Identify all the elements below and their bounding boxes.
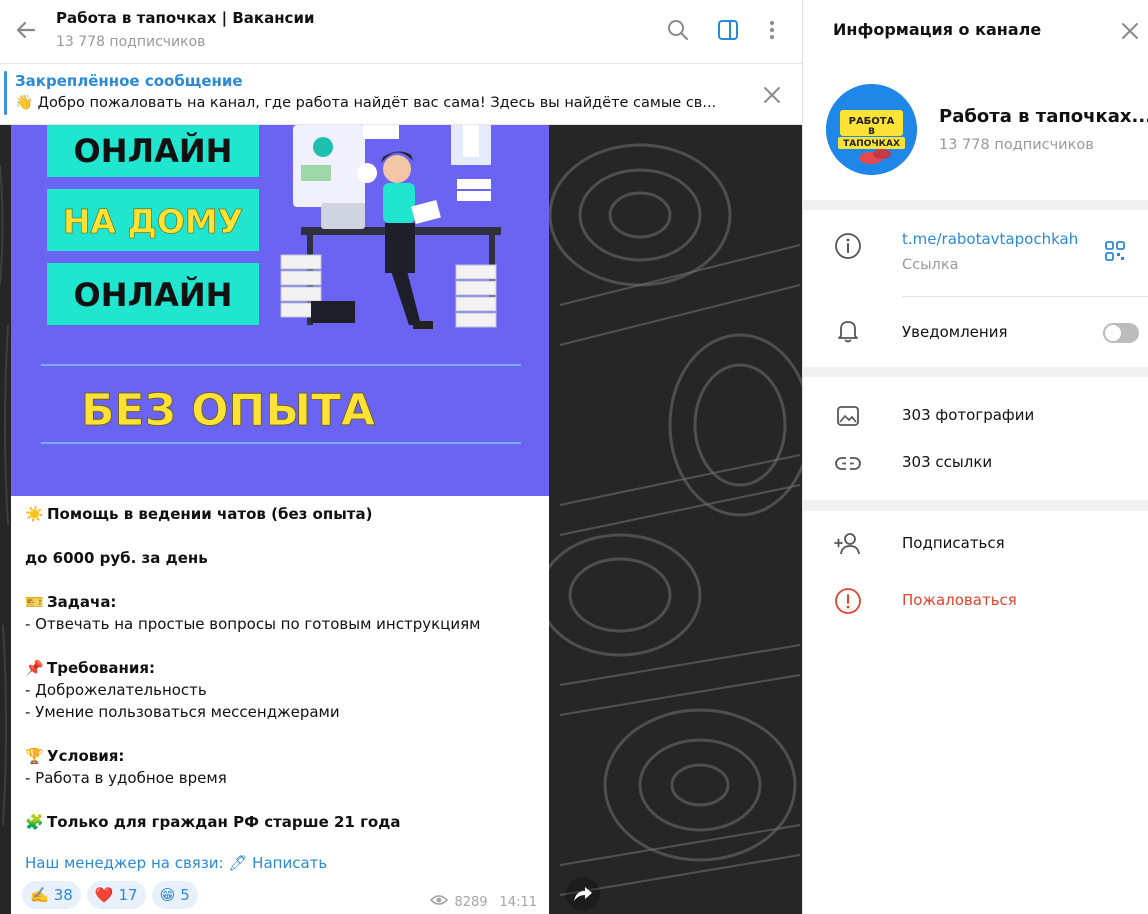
poster-line2: НА ДОМУ <box>63 202 243 241</box>
channel-name: Работа в тапочках... <box>939 106 1148 127</box>
pinned-message[interactable]: Закреплённое сообщение 👋 Добро пожаловат… <box>0 65 802 125</box>
poster-bottom: БЕЗ ОПЫТА <box>81 385 375 436</box>
photos-count[interactable]: 303 фотографии <box>902 406 1034 424</box>
channel-post: ОНЛАЙН НА ДОМУ ОНЛАЙН БЕЗ ОПЫТА ☀️ Помощ… <box>11 125 549 914</box>
search-icon[interactable] <box>664 16 692 44</box>
channel-link[interactable]: t.me/rabotavtapochkah <box>902 230 1078 248</box>
back-arrow-icon[interactable] <box>10 14 42 46</box>
reaction-count: 5 <box>180 886 190 904</box>
pinned-text: 👋 Добро пожаловать на канал, где работа … <box>15 95 717 111</box>
chat-panel: Работа в тапочках | Вакансии 13 778 подп… <box>0 0 802 914</box>
subscribe-button[interactable]: Подписаться <box>902 534 1005 552</box>
pinned-accent-bar <box>4 71 7 115</box>
post-time: 14:11 <box>499 894 537 910</box>
views-count: 8289 <box>454 894 488 910</box>
post-title: Помощь в ведении чатов (без опыта) <box>47 505 373 523</box>
reaction-grin[interactable]: 😁 5 <box>151 881 198 909</box>
actions-card: Подписаться Пожаловаться <box>803 511 1148 914</box>
reaction-writing[interactable]: ✍️ 38 <box>22 881 81 909</box>
conditions-heading: Условия: <box>47 747 125 765</box>
info-icon <box>834 232 862 260</box>
qr-code-icon[interactable] <box>1103 239 1131 267</box>
report-button[interactable]: Пожаловаться <box>902 591 1017 609</box>
requirements-heading: Требования: <box>47 659 156 677</box>
sun-emoji: ☀️ <box>25 505 44 523</box>
links-count[interactable]: 303 ссылки <box>902 453 992 471</box>
task-item: - Отвечать на простые вопросы по готовым… <box>25 615 481 633</box>
chat-title[interactable]: Работа в тапочках | Вакансии <box>56 9 314 27</box>
post-text: ☀️ Помощь в ведении чатов (без опыта) до … <box>25 503 540 833</box>
channel-link-caption: Ссылка <box>902 257 959 273</box>
avatar-text-1: РАБОТА <box>849 116 895 127</box>
close-icon[interactable] <box>760 83 784 107</box>
post-salary: до 6000 руб. за день <box>25 549 208 567</box>
info-title: Информация о канале <box>833 20 1042 39</box>
poster-line3: ОНЛАЙН <box>74 276 233 314</box>
post-image[interactable]: ОНЛАЙН НА ДОМУ ОНЛАЙН БЕЗ ОПЫТА <box>11 125 549 496</box>
writing-hand-emoji: ✍️ <box>30 886 49 904</box>
ticket-emoji: 🎫 <box>25 593 44 611</box>
heart-emoji: ❤️ <box>94 886 114 904</box>
avatar-text-3: ТАПОЧКАХ <box>843 139 900 149</box>
condition-item: - Работа в удобное время <box>25 769 227 787</box>
reaction-heart[interactable]: ❤️ 17 <box>86 881 146 909</box>
post-meta: 8289 14:11 <box>430 894 537 910</box>
reaction-count: 17 <box>118 886 138 904</box>
chat-subscribers: 13 778 подписчиков <box>56 34 206 50</box>
photo-icon <box>834 402 862 430</box>
grin-emoji: 😁 <box>159 886 176 904</box>
media-card: 303 фотографии 303 ссылки <box>803 377 1148 500</box>
poster-line1: ОНЛАЙН <box>74 132 233 170</box>
share-icon[interactable] <box>566 877 600 911</box>
avatar[interactable]: РАБОТА В ТАПОЧКАХ <box>826 84 917 175</box>
citizenship-note: Только для граждан РФ старше 21 года <box>47 813 401 831</box>
channel-subscribers: 13 778 подписчиков <box>939 137 1094 153</box>
notifications-label: Уведомления <box>902 323 1008 341</box>
avatar-text-2: В <box>868 127 875 137</box>
reaction-count: 38 <box>53 886 73 904</box>
reactions-bar: ✍️ 38 ❤️ 17 😁 5 <box>22 881 198 909</box>
eye-icon <box>430 894 449 910</box>
sidebar-toggle-icon[interactable] <box>714 16 742 44</box>
channel-info-panel: Информация о канале РАБОТА В ТАПОЧКАХ Ра… <box>802 0 1148 914</box>
requirement-item-1: - Доброжелательность <box>25 681 207 699</box>
bell-icon <box>834 317 862 345</box>
trophy-emoji: 🏆 <box>25 747 44 765</box>
pinned-title: Закреплённое сообщение <box>15 72 243 90</box>
channel-details-card: t.me/rabotavtapochkah Ссылка Уведомления <box>803 210 1148 367</box>
more-options-icon[interactable] <box>758 16 786 44</box>
info-header: Информация о канале <box>803 0 1148 64</box>
divider <box>902 296 1148 297</box>
requirement-item-2: - Умение пользоваться мессенджерами <box>25 703 340 721</box>
close-icon[interactable] <box>1117 18 1143 44</box>
add-user-icon <box>834 530 862 558</box>
notifications-toggle[interactable] <box>1103 323 1139 343</box>
puzzle-emoji: 🧩 <box>25 813 44 831</box>
manager-link[interactable]: Наш менеджер на связи: 🖊 Написать <box>25 854 327 872</box>
task-heading: Задача: <box>47 593 117 611</box>
channel-profile-card: РАБОТА В ТАПОЧКАХ Работа в тапочках... 1… <box>803 64 1148 200</box>
alert-icon <box>834 587 862 615</box>
chat-header: Работа в тапочках | Вакансии 13 778 подп… <box>0 0 802 64</box>
pushpin-emoji: 📌 <box>25 659 44 677</box>
link-icon <box>834 449 862 477</box>
